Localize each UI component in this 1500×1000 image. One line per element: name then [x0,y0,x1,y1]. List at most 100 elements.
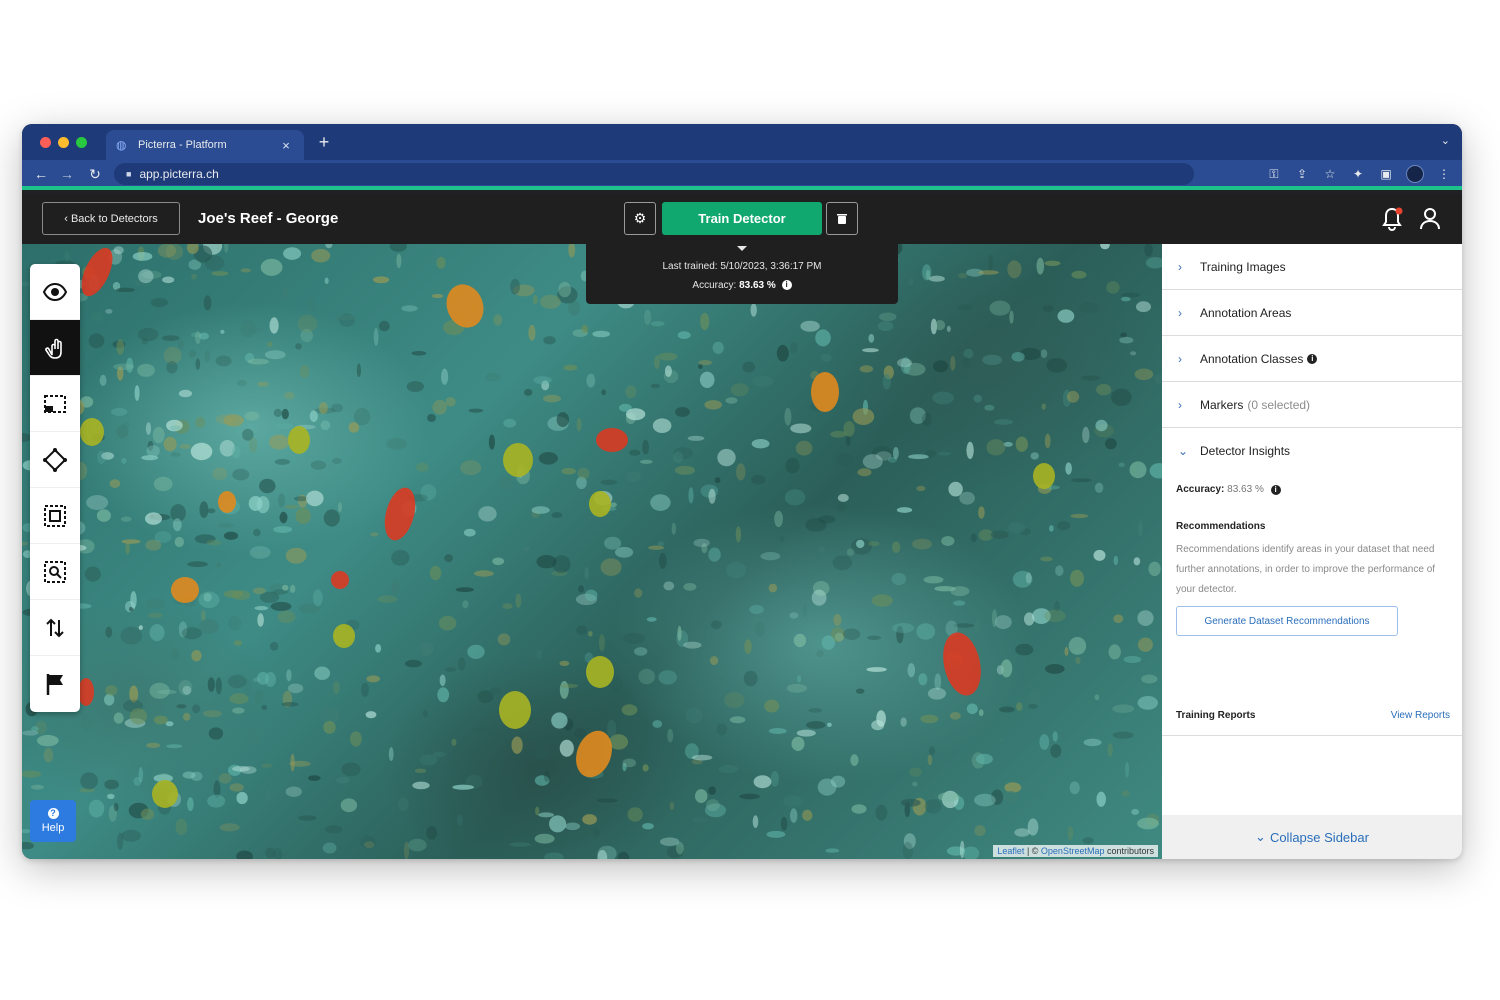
reef-speck [650,383,661,389]
minimize-window-button[interactable] [58,137,69,148]
reef-speck [175,818,188,836]
reef-speck [181,627,202,640]
reef-speck [121,829,141,842]
reef-speck [669,801,675,811]
reef-speck [1052,731,1058,742]
share-icon[interactable]: ⇪ [1294,167,1310,181]
tool-focus-area[interactable] [30,488,80,544]
reef-speck [1025,838,1042,845]
reef-speck [441,368,449,385]
annotation-red[interactable] [379,484,420,543]
tool-polygon[interactable] [30,432,80,488]
view-reports-link[interactable]: View Reports [1391,710,1450,721]
reef-speck [86,495,109,510]
reef-speck [437,687,450,703]
reef-speck [820,353,832,362]
reload-icon[interactable]: ↻ [86,166,104,183]
tool-swap[interactable] [30,600,80,656]
back-to-detectors-button[interactable]: ‹ Back to Detectors [42,202,180,235]
browser-tab[interactable]: ◍ Picterra - Platform × [106,130,304,160]
right-sidebar: › Training Images › Annotation Areas › A… [1162,244,1462,859]
reef-speck [868,333,875,343]
leaflet-link[interactable]: Leaflet [997,846,1024,856]
sidebar-item-detector-insights[interactable]: ⌄ Detector Insights [1162,428,1462,474]
address-bar[interactable]: ■ app.picterra.ch [114,163,1194,185]
annotation-yellow[interactable] [589,491,611,517]
annotation-red[interactable] [596,428,628,452]
annotation-yellow[interactable] [1033,463,1055,489]
user-account-icon[interactable] [1418,206,1442,232]
generate-recommendations-button[interactable]: Generate Dataset Recommendations [1176,606,1398,636]
reef-speck [1094,482,1104,493]
annotation-orange[interactable] [811,372,839,412]
toolbar-icons: ⚿ ⇪ ☆ ✦ ▣ ⋮ [1266,165,1452,183]
sidebar-item-label: Annotation Classes [1200,351,1304,366]
reef-speck [768,728,787,734]
caret-down-icon[interactable] [737,246,747,251]
reef-speck [1129,461,1147,479]
sidebar-item-annotation-classes[interactable]: › Annotation Classes i [1162,336,1462,382]
tab-search-chevron-icon[interactable]: ⌄ [1441,134,1450,147]
profile-avatar[interactable] [1406,165,1424,183]
forward-arrow-icon[interactable]: → [58,166,76,182]
annotation-yellow[interactable] [499,691,531,729]
new-tab-button[interactable]: + [314,132,334,153]
reef-speck [779,535,785,543]
help-button[interactable]: ? Help [30,800,76,842]
tool-rectangle-select[interactable] [30,376,80,432]
annotation-yellow[interactable] [586,656,614,688]
reef-speck [1069,781,1080,795]
annotation-yellow[interactable] [80,418,104,446]
star-icon[interactable]: ☆ [1322,167,1338,181]
tool-pan[interactable] [30,320,80,376]
reef-speck [323,509,340,527]
reef-speck [687,435,705,441]
reef-speck [978,506,985,519]
annotation-red[interactable] [78,678,94,706]
sidebar-item-annotation-areas[interactable]: › Annotation Areas [1162,290,1462,336]
annotation-orange[interactable] [171,577,199,603]
chevron-right-icon: › [1178,397,1182,412]
collapse-sidebar-button[interactable]: ⌄ Collapse Sidebar [1162,815,1462,859]
info-icon[interactable]: i [1307,353,1318,364]
kebab-menu-icon[interactable]: ⋮ [1436,167,1452,181]
tool-zoom-select[interactable] [30,544,80,600]
close-window-button[interactable] [40,137,51,148]
delete-button[interactable] [826,202,858,235]
info-icon[interactable]: i [781,280,792,290]
sidebar-item-training-images[interactable]: › Training Images [1162,244,1462,290]
info-icon[interactable]: i [1270,485,1281,495]
reef-speck [1040,349,1048,358]
annotation-yellow[interactable] [333,624,355,648]
annotation-red[interactable] [938,629,987,699]
reef-speck [153,715,168,725]
key-icon[interactable]: ⚿ [1266,167,1282,182]
train-detector-button[interactable]: Train Detector [662,202,822,235]
reef-speck [902,841,913,859]
tab-close-icon[interactable]: × [278,138,294,153]
openstreetmap-link[interactable]: OpenStreetMap [1041,846,1105,856]
annotation-yellow[interactable] [503,443,533,477]
annotation-orange[interactable] [218,491,236,513]
reef-speck [195,331,201,344]
settings-button[interactable]: ⚙ [624,202,656,235]
maximize-window-button[interactable] [76,137,87,148]
tool-flag[interactable] [30,656,80,712]
annotation-red[interactable] [331,571,349,589]
notification-bell-icon[interactable] [1380,206,1404,232]
reef-speck [282,287,288,300]
reef-speck [261,704,268,711]
annotation-yellow[interactable] [152,780,178,808]
reef-speck [264,350,286,360]
recommendations-description: Recommendations identify areas in your d… [1176,544,1436,595]
map-view[interactable]: Last trained: 5/10/2023, 3:36:17 PM Accu… [22,244,1162,859]
extensions-icon[interactable]: ✦ [1350,167,1366,181]
back-arrow-icon[interactable]: ← [32,166,50,182]
tool-visibility[interactable] [30,264,80,320]
sidebar-item-markers[interactable]: › Markers (0 selected) [1162,382,1462,428]
annotation-yellow[interactable] [288,426,310,454]
reef-speck [297,314,318,333]
sidepanel-icon[interactable]: ▣ [1378,167,1394,181]
reef-speck [1111,388,1132,407]
reef-speck [236,791,248,805]
